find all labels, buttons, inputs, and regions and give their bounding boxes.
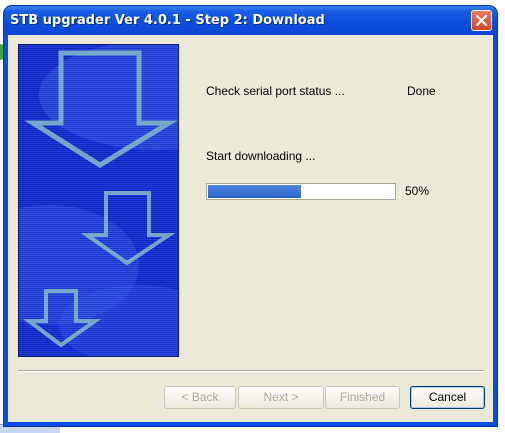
close-icon [475, 14, 488, 27]
cancel-button[interactable]: Cancel [410, 386, 485, 409]
download-progress-percent: 50% [405, 184, 430, 198]
title-bar[interactable]: STB upgrader Ver 4.0.1 - Step 2: Downloa… [4, 6, 497, 35]
close-button[interactable] [471, 10, 492, 31]
finished-button[interactable]: Finished [325, 386, 400, 409]
window-title: STB upgrader Ver 4.0.1 - Step 2: Downloa… [10, 13, 325, 28]
check-serial-port-result: Done [407, 84, 436, 98]
next-button[interactable]: Next > [238, 386, 324, 409]
dialog-body: Check serial port status ... Done Start … [8, 35, 493, 422]
button-separator [18, 370, 484, 372]
back-button[interactable]: < Back [164, 386, 236, 409]
down-arrows-art [18, 44, 179, 357]
start-downloading-label: Start downloading ... [206, 149, 316, 163]
upgrader-dialog: STB upgrader Ver 4.0.1 - Step 2: Downloa… [4, 6, 497, 426]
download-progress-bar [206, 183, 396, 200]
check-serial-port-label: Check serial port status ... [206, 84, 345, 98]
download-progress-fill [208, 185, 301, 198]
